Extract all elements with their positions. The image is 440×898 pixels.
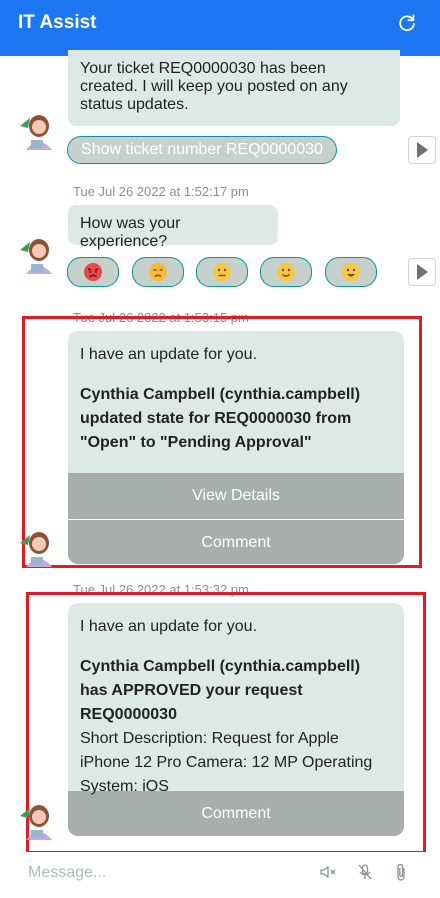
play-arrow-icon	[416, 264, 428, 280]
experience-question-message: How was your experience?	[68, 205, 278, 250]
experience-question-text: How was your experience?	[80, 215, 181, 250]
next-arrow-button[interactable]	[408, 258, 436, 286]
paperclip-icon[interactable]	[391, 862, 411, 882]
show-ticket-number-label: Show ticket number REQ0000030	[81, 141, 323, 158]
refresh-icon[interactable]	[396, 12, 418, 34]
update-intro: I have an update for you.	[80, 346, 258, 363]
view-details-button[interactable]: View Details	[68, 473, 404, 519]
rating-neutral-button[interactable]	[196, 257, 248, 287]
bot-avatar	[20, 115, 52, 150]
rating-sad-button[interactable]	[132, 257, 184, 287]
rating-slight-smile-button[interactable]	[260, 257, 312, 287]
ticket-created-text: Your ticket REQ0000030 has been created.…	[80, 60, 348, 113]
bot-avatar	[20, 239, 52, 274]
message-composer	[0, 852, 440, 898]
timestamp: Tue Jul 26 2022 at 1:52:17 pm	[73, 184, 249, 199]
update-card-state-change: I have an update for you. Cynthia Campbe…	[68, 331, 404, 564]
update-intro: I have an update for you.	[80, 618, 258, 635]
update-card-approved: I have an update for you. Cynthia Campbe…	[68, 603, 404, 836]
update-state-text: Cynthia Campbell (cynthia.campbell) upda…	[80, 386, 361, 451]
rating-very-angry-button[interactable]	[67, 257, 119, 287]
ticket-created-message: Your ticket REQ0000030 has been created.…	[68, 50, 400, 126]
speaker-mute-icon[interactable]	[318, 862, 338, 882]
neutral-face-icon	[213, 263, 231, 281]
comment-button[interactable]: Comment	[68, 519, 404, 564]
next-arrow-button[interactable]	[408, 136, 436, 164]
app-title: IT Assist	[18, 12, 97, 33]
sad-face-icon	[149, 263, 167, 281]
rating-happy-button[interactable]	[325, 257, 377, 287]
message-input[interactable]	[28, 860, 278, 886]
update-short-description: Short Description: Request for Apple iPh…	[80, 730, 373, 795]
update-card-body: I have an update for you. Cynthia Campbe…	[68, 331, 404, 473]
bot-avatar	[20, 532, 52, 567]
update-card-body: I have an update for you. Cynthia Campbe…	[68, 603, 404, 795]
mic-off-icon[interactable]	[355, 862, 375, 882]
happy-face-icon	[342, 263, 360, 281]
update-approved-text: Cynthia Campbell (cynthia.campbell) has …	[80, 658, 361, 723]
play-arrow-icon	[416, 142, 428, 158]
very-angry-face-icon	[84, 263, 102, 281]
bot-avatar	[20, 805, 52, 840]
slight-smile-face-icon	[277, 263, 295, 281]
show-ticket-number-button[interactable]: Show ticket number REQ0000030	[67, 136, 337, 164]
app-header: IT Assist	[0, 0, 440, 56]
